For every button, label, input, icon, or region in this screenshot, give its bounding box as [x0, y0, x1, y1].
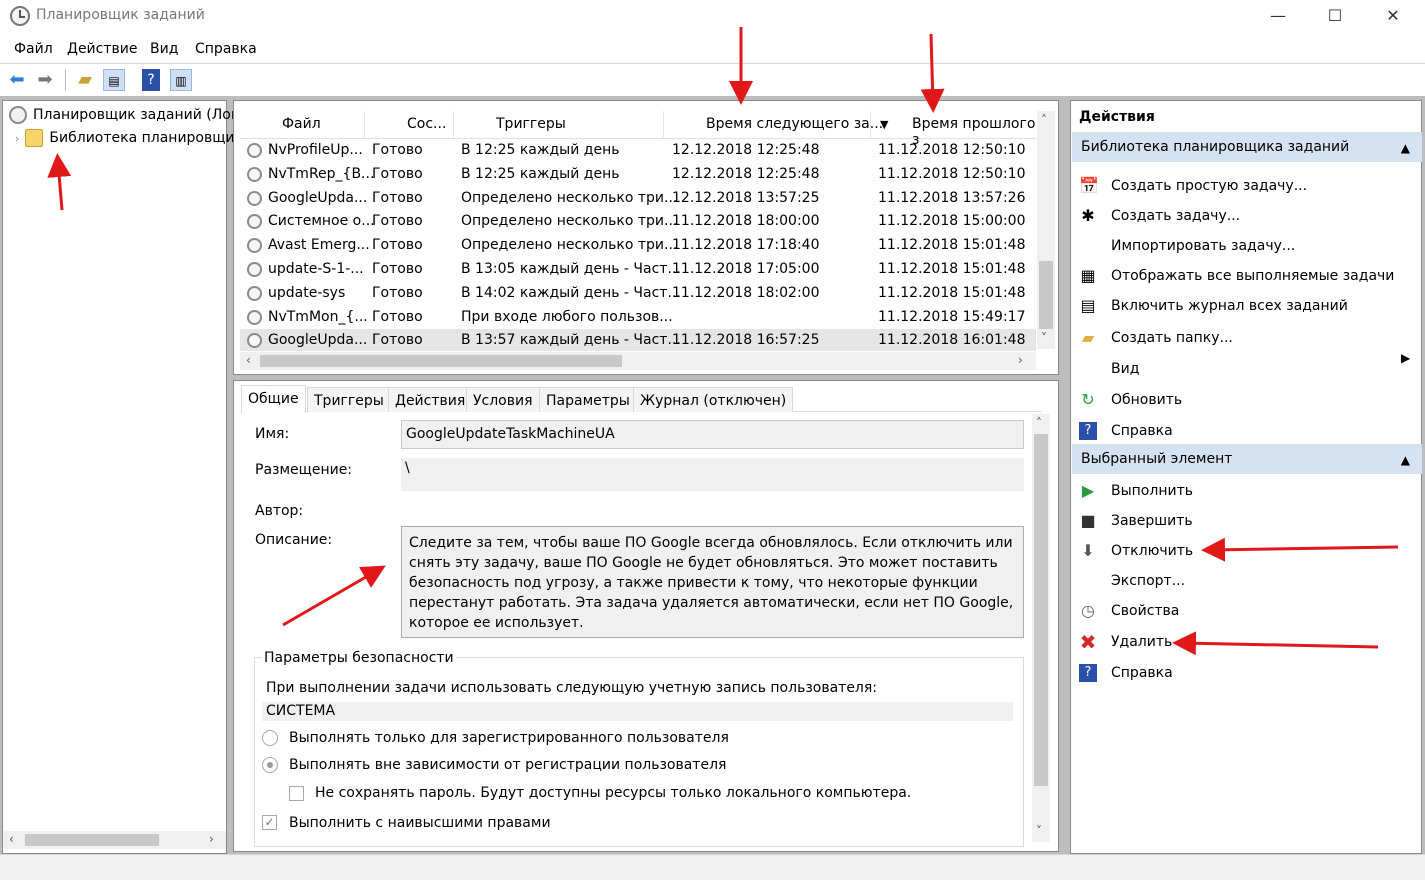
- annotation-arrow: [282, 565, 386, 627]
- annotation-arrow: [1172, 631, 1379, 656]
- annotation-arrow: [920, 33, 945, 113]
- annotation-overlay: [47, 27, 1399, 656]
- annotation-arrow: [47, 153, 72, 211]
- annotation-arrow: [1201, 537, 1399, 562]
